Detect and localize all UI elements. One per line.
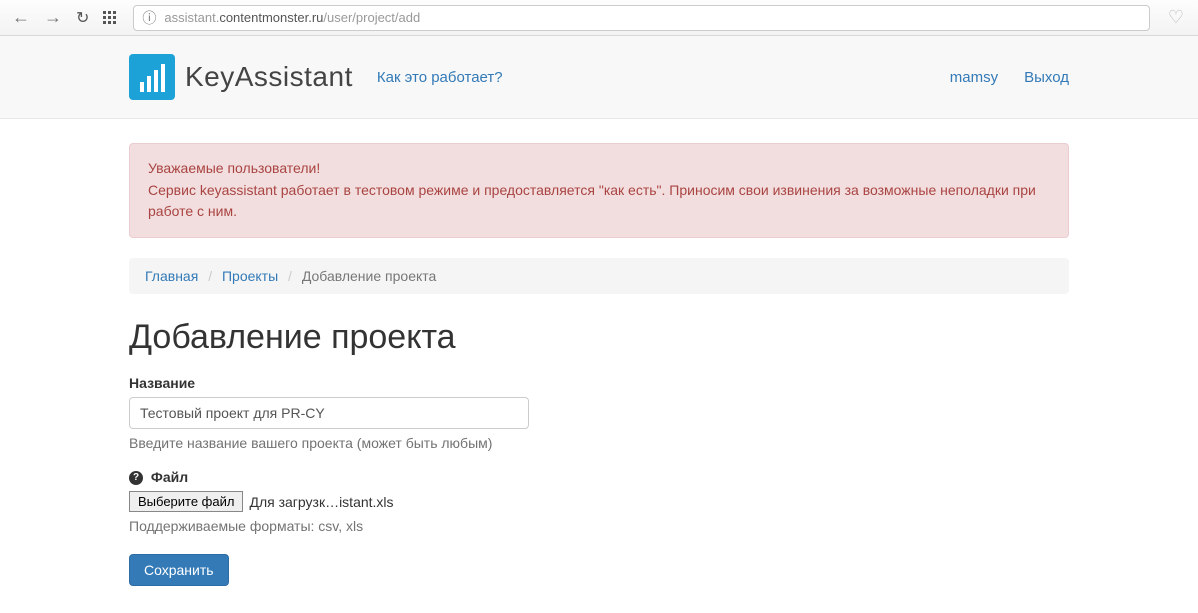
file-label-text: Файл	[151, 469, 188, 485]
file-label: ? Файл	[129, 469, 1069, 485]
breadcrumb-sep: /	[282, 268, 298, 284]
alert-box: Уважаемые пользователи! Сервис keyassist…	[129, 143, 1069, 238]
alert-line1: Уважаемые пользователи!	[148, 158, 1050, 180]
choose-file-button[interactable]: Выберите файл	[129, 491, 243, 512]
breadcrumb-current: Добавление проекта	[302, 268, 436, 284]
name-help: Введите название вашего проекта (может б…	[129, 435, 1069, 451]
how-it-works-link[interactable]: Как это работает?	[377, 69, 503, 86]
logo[interactable]: KeyAssistant	[129, 54, 353, 100]
logo-icon	[129, 54, 175, 100]
apps-icon[interactable]	[103, 11, 117, 25]
alert-line2: Сервис keyassistant работает в тестовом …	[148, 180, 1050, 223]
breadcrumb-home[interactable]: Главная	[145, 268, 198, 284]
name-label: Название	[129, 375, 1069, 391]
url-domain: contentmonster.ru	[219, 10, 323, 25]
logo-text: KeyAssistant	[185, 61, 353, 93]
forward-icon[interactable]: →	[44, 7, 62, 28]
breadcrumb-sep: /	[202, 268, 218, 284]
help-icon[interactable]: ?	[129, 471, 143, 485]
file-help: Поддерживаемые форматы: csv, xls	[129, 518, 1069, 534]
url-prefix: assistant.	[164, 10, 219, 25]
favorite-icon[interactable]: ♡	[1162, 7, 1190, 28]
url-bar[interactable]: ⓘ assistant.contentmonster.ru/user/proje…	[133, 5, 1149, 31]
browser-toolbar: ← → ↻ ⓘ assistant.contentmonster.ru/user…	[0, 0, 1198, 36]
breadcrumb: Главная / Проекты / Добавление проекта	[129, 258, 1069, 294]
header-nav: mamsy Выход	[950, 69, 1069, 86]
breadcrumb-projects[interactable]: Проекты	[222, 268, 278, 284]
file-selected-name: Для загрузк…istant.xls	[249, 494, 393, 510]
reload-icon[interactable]: ↻	[76, 8, 89, 28]
save-button[interactable]: Сохранить	[129, 554, 229, 586]
page-header: KeyAssistant Как это работает? mamsy Вых…	[0, 36, 1198, 119]
back-icon[interactable]: ←	[12, 7, 30, 28]
logout-link[interactable]: Выход	[1024, 69, 1069, 86]
globe-icon: ⓘ	[142, 8, 156, 28]
nav-icons: ← → ↻	[8, 7, 121, 28]
page-title: Добавление проекта	[129, 318, 1069, 357]
url-path: /user/project/add	[323, 10, 420, 25]
url-text: assistant.contentmonster.ru/user/project…	[164, 10, 1140, 25]
user-link[interactable]: mamsy	[950, 69, 998, 86]
project-name-input[interactable]	[129, 397, 529, 429]
